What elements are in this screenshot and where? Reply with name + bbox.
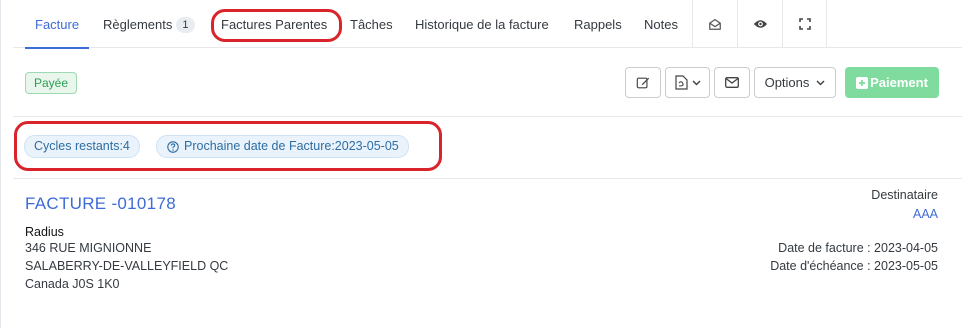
address-line-1: 346 RUE MIGNIONNE [25,241,152,255]
envelope-open-icon [709,19,721,30]
invoice-panel: Facture Règlements 1 Factures Parentes Tâ… [0,0,962,328]
fullscreen-icon [798,18,811,30]
invoice-title: FACTURE -010178 [25,194,176,213]
envelope-open-tab[interactable] [692,0,737,48]
recipient-label: Destinataire [871,188,938,202]
status-badge: Payée [25,72,78,94]
chevron-down-icon [691,79,701,86]
edit-button[interactable] [625,67,661,98]
address-line-2: SALABERRY-DE-VALLEYFIELD QC [25,259,229,273]
tab-factures-parentes[interactable]: Factures Parentes [221,0,327,48]
pdf-dropdown-button[interactable] [665,67,710,98]
options-label: Options [764,75,810,90]
fullscreen-tab[interactable] [782,0,827,48]
tab-taches[interactable]: Tâches [350,0,393,48]
pdf-file-icon [674,75,688,90]
pencil-square-icon [636,77,650,88]
invoice-date: Date de facture : 2023-04-05 [778,241,938,255]
question-circle-icon [167,141,179,153]
plus-square-icon [856,76,869,89]
eye-tab[interactable] [737,0,782,48]
due-date: Date d'échéance : 2023-05-05 [770,259,938,273]
payment-button[interactable]: Paiement [845,67,939,98]
recipient-link[interactable]: AAA [913,207,938,221]
tab-rappels[interactable]: Rappels [574,0,622,48]
address-line-3: Canada J0S 1K0 [25,277,120,291]
tab-facture[interactable]: Facture [24,0,90,49]
company-name: Radius [25,225,64,239]
next-invoice-date-pill: Prochaine date de Facture:2023-05-05 [156,135,409,158]
envelope-icon [725,77,739,88]
tab-notes[interactable]: Notes [644,0,678,48]
options-dropdown-button[interactable]: Options [754,67,836,98]
send-email-button[interactable] [714,67,750,98]
tab-historique[interactable]: Historique de la facture [415,0,549,48]
eye-icon [753,20,767,28]
chevron-down-icon [816,79,825,86]
invoice-tabs: Facture Règlements 1 Factures Parentes Tâ… [13,0,962,49]
tab-reglements[interactable]: Règlements 1 [103,0,195,48]
invoice-action-bar: Payée Options Paiement [13,48,962,117]
remaining-cycles-pill: Cycles restants:4 [24,135,140,158]
recurring-cycle-info: Cycles restants:4 Prochaine date de Fact… [13,117,962,179]
reglements-count-badge: 1 [176,17,195,33]
payment-label: Paiement [870,75,928,90]
